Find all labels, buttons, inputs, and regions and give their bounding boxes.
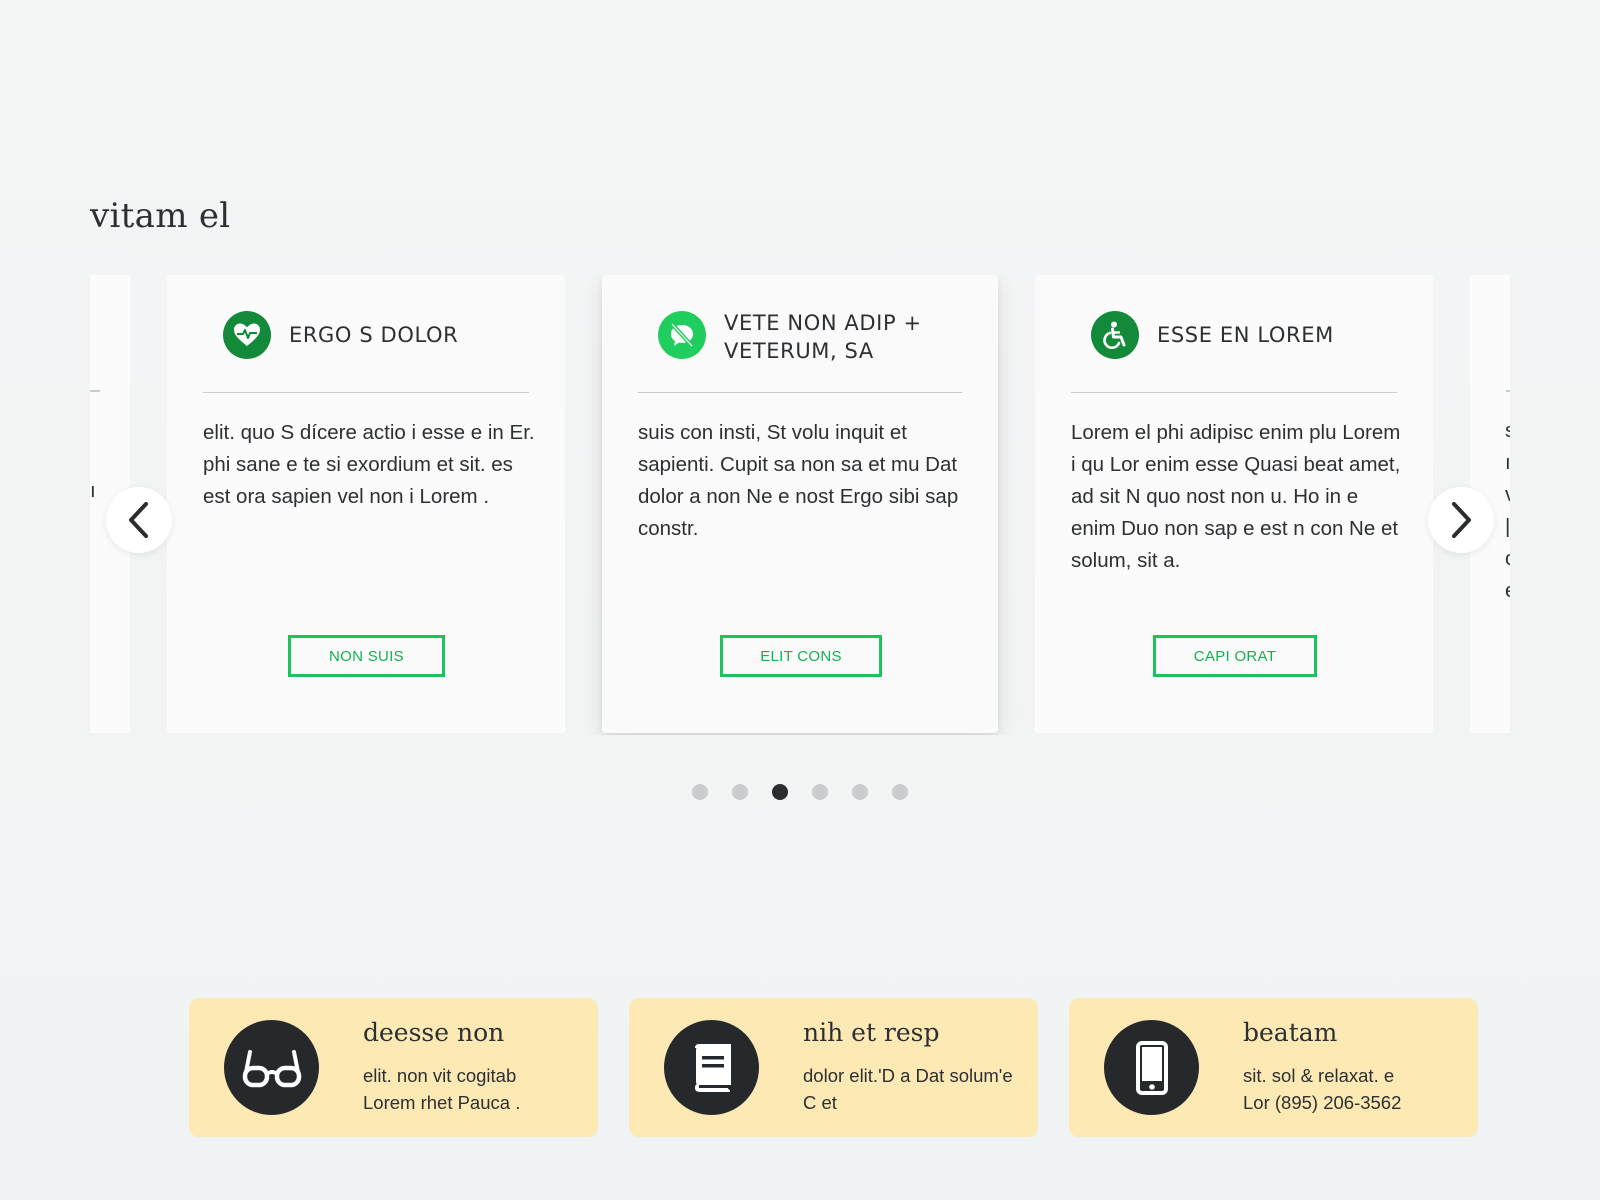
card-title-line: VETERUM, SA (724, 339, 874, 363)
info-text: dolor elit.'D a Dat solum'e C et (803, 1062, 1022, 1116)
card-title-line: VETE NON ADIP + (724, 311, 922, 335)
carousel-prev-button[interactable] (106, 487, 172, 553)
partial-text: ı (90, 479, 96, 502)
info-text: sit. sol & relaxat. e Lor (895) 206-3562 (1243, 1062, 1462, 1116)
info-title: beatam (1243, 1018, 1338, 1047)
card-title: VETE NON ADIP + VETERUM, SA (724, 309, 922, 365)
no-smoking-icon (658, 311, 706, 359)
partial-fragment: | (1505, 515, 1510, 538)
card-action-button[interactable]: ELIT CONS (720, 635, 882, 677)
phone-icon (1104, 1020, 1199, 1115)
partial-fragment: c (1505, 543, 1510, 575)
card-header: VETE NON ADIP + VETERUM, SA (638, 301, 962, 393)
heartbeat-icon (223, 311, 271, 359)
card-title: ESSE EN LOREM (1157, 323, 1334, 347)
card-action-button[interactable]: CAPI ORAT (1153, 635, 1317, 677)
card-body: Lorem el phi adipisc enim plu Lorem i qu… (1071, 421, 1401, 572)
info-card[interactable]: beatam sit. sol & relaxat. e Lor (895) 2… (1069, 998, 1478, 1137)
info-line: sit. sol & relaxat. e (1243, 1065, 1395, 1086)
wheelchair-icon (1091, 311, 1139, 359)
info-text: elit. non vit cogitab Lorem rhet Pauca . (363, 1062, 582, 1116)
info-line: dolor elit.'D a Dat solum'e (803, 1065, 1013, 1086)
card-action-button[interactable]: NON SUIS (288, 635, 445, 677)
carousel: ı ERGO S DOLOR elit. quo S dícere actio … (90, 275, 1510, 735)
service-card-active: VETE NON ADIP + VETERUM, SA suis con ins… (602, 275, 998, 733)
partial-divider (90, 390, 100, 392)
carousel-next-button[interactable] (1428, 487, 1494, 553)
info-card[interactable]: nih et resp dolor elit.'D a Dat solum'e … (629, 998, 1038, 1137)
chevron-left-icon (129, 502, 148, 538)
service-card: ERGO S DOLOR elit. quo S dícere actio i … (167, 275, 565, 733)
pagination-dot[interactable] (732, 784, 748, 800)
info-card[interactable]: deesse non elit. non vit cogitab Lorem r… (189, 998, 598, 1137)
partial-fragment: e (1505, 575, 1510, 607)
pagination-dot-active[interactable] (772, 784, 788, 800)
info-line: Lor (895) 206-3562 (1243, 1092, 1402, 1113)
pagination-dot[interactable] (892, 784, 908, 800)
card-body: suis con insti, St volu inquit et sapien… (638, 421, 959, 540)
info-line: elit. non vit cogitab (363, 1065, 517, 1086)
info-title: nih et resp (803, 1018, 940, 1047)
partial-fragment: v (1505, 479, 1510, 511)
partial-fragment: s (1505, 415, 1510, 447)
carousel-pagination (692, 784, 908, 800)
partial-fragment: ı (1505, 451, 1510, 474)
info-line: Lorem rhet Pauca . (363, 1092, 521, 1113)
info-title: deesse non (363, 1018, 505, 1047)
card-header: ESSE EN LOREM (1071, 301, 1397, 393)
partial-divider (1506, 390, 1510, 392)
chevron-right-icon (1452, 502, 1471, 538)
book-icon (664, 1020, 759, 1115)
card-header: ERGO S DOLOR (203, 301, 529, 393)
card-title: ERGO S DOLOR (289, 323, 459, 347)
glasses-icon (224, 1020, 319, 1115)
pagination-dot[interactable] (852, 784, 868, 800)
service-card: ESSE EN LOREM Lorem el phi adipisc enim … (1035, 275, 1433, 733)
info-line: C et (803, 1092, 837, 1113)
section-title: vitam el (90, 196, 231, 236)
pagination-dot[interactable] (812, 784, 828, 800)
partial-text: s ı v | c e (1505, 415, 1510, 607)
card-body: elit. quo S dícere actio i esse e in Er.… (203, 421, 535, 508)
pagination-dot[interactable] (692, 784, 708, 800)
